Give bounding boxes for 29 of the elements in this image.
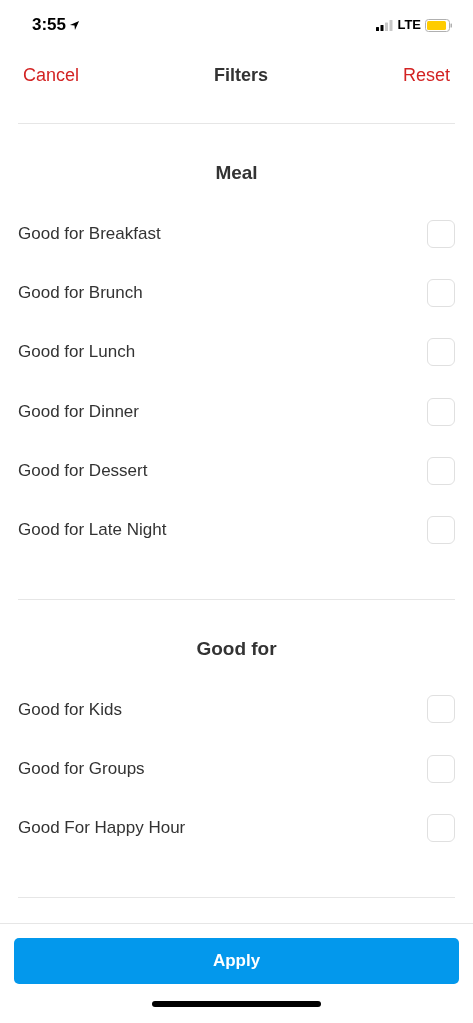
checkbox[interactable]	[427, 338, 455, 367]
apply-button[interactable]: Apply	[14, 938, 459, 984]
checkbox[interactable]	[427, 278, 455, 307]
option-label: Good for Brunch	[18, 282, 143, 305]
checkbox[interactable]	[427, 695, 455, 724]
option-label: Good For Happy Hour	[18, 817, 186, 840]
option-label: Good for Dessert	[18, 460, 148, 483]
checkbox[interactable]	[427, 219, 455, 248]
option-label: Good for Lunch	[18, 341, 136, 364]
page-title: Filters	[214, 63, 268, 87]
option-label: Good for Dinner	[18, 400, 139, 423]
reset-button[interactable]: Reset	[402, 61, 450, 89]
option-label: Good for Late Night	[18, 519, 167, 542]
checkbox[interactable]	[427, 814, 455, 842]
option-label: Good for Groups	[18, 757, 145, 780]
section-title: Good for	[196, 636, 277, 661]
section-title: Meal	[215, 161, 258, 185]
clock-time: 3:55	[32, 14, 67, 37]
checkbox[interactable]	[427, 516, 455, 545]
option-label: Good for Kids	[18, 698, 122, 721]
battery-icon	[425, 18, 453, 32]
cancel-button[interactable]: Cancel	[23, 61, 80, 89]
signal-icon	[376, 19, 394, 31]
checkbox[interactable]	[427, 397, 455, 426]
checkbox[interactable]	[427, 456, 455, 485]
network-type: LTE	[397, 16, 421, 35]
location-arrow-icon	[69, 19, 81, 31]
option-label: Good for Breakfast	[18, 222, 161, 245]
checkbox[interactable]	[427, 754, 455, 783]
